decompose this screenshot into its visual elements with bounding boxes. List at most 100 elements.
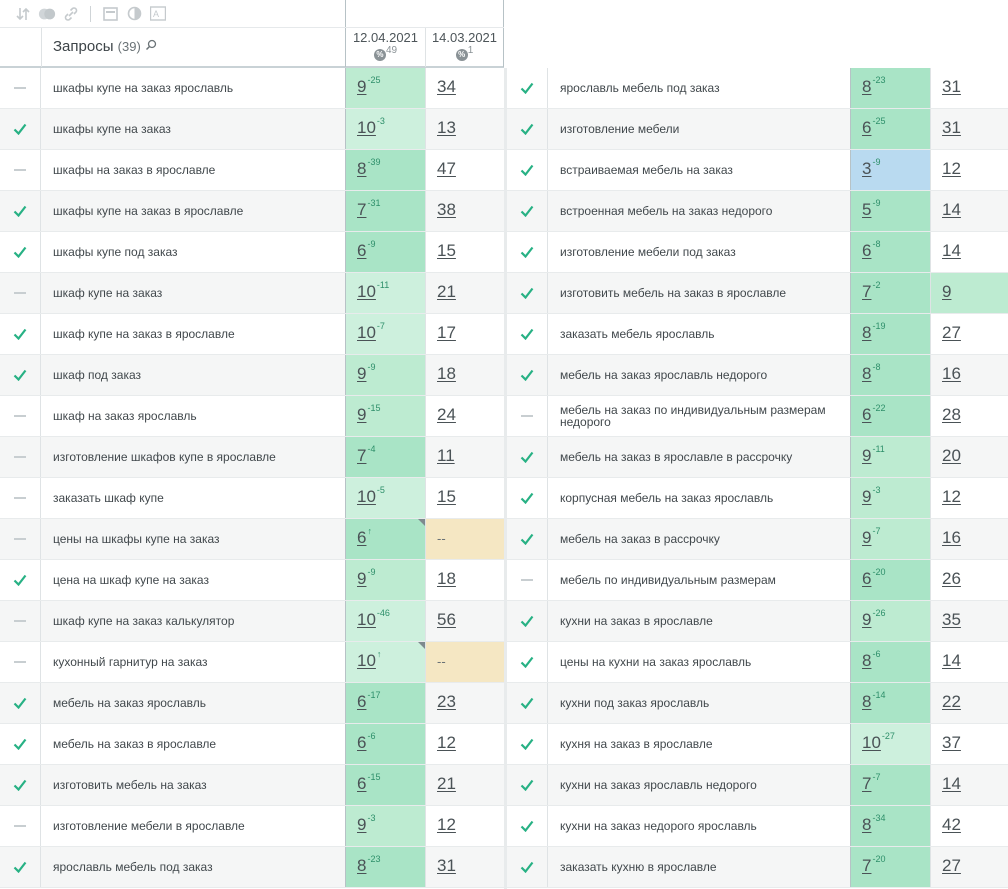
table-row[interactable]: заказать мебель ярославль 8-19 27 [507, 314, 1008, 355]
minus-icon[interactable] [0, 396, 41, 436]
table-row[interactable]: кухни на заказ недорого ярославль 8-34 42 [507, 806, 1008, 847]
position-value[interactable]: 37 [942, 733, 961, 753]
position-value[interactable]: 9-9 [357, 567, 375, 589]
check-icon[interactable] [507, 642, 548, 682]
position-cell-previous[interactable]: 37 [930, 724, 1008, 764]
minus-icon[interactable] [0, 437, 41, 477]
table-row[interactable]: ярославль мебель под заказ 8-23 31 [0, 847, 504, 888]
position-cell-previous[interactable]: 56 [425, 601, 504, 641]
position-value[interactable]: 8-39 [357, 157, 380, 179]
position-cell-previous[interactable]: 14 [930, 232, 1008, 272]
minus-icon[interactable] [0, 519, 41, 559]
position-cell-current[interactable]: 10-3 [345, 109, 425, 149]
position-value[interactable]: 31 [942, 77, 961, 97]
position-cell-current[interactable]: 7-2 [850, 273, 930, 313]
table-row[interactable]: встроенная мебель на заказ недорого 5-9 14 [507, 191, 1008, 232]
table-row[interactable]: мебель на заказ в ярославле 6-6 12 [0, 724, 504, 765]
table-row[interactable]: шкафы на заказ в ярославле 8-39 47 [0, 150, 504, 191]
position-value[interactable]: 9-9 [357, 362, 375, 384]
position-cell-previous[interactable]: 27 [930, 847, 1008, 887]
position-value[interactable]: 9-15 [357, 403, 380, 425]
position-cell-previous[interactable]: 34 [425, 68, 504, 108]
position-value[interactable]: 34 [437, 77, 456, 97]
table-row[interactable]: изготовление мебели 6-25 31 [507, 109, 1008, 150]
position-cell-current[interactable]: 6-25 [850, 109, 930, 149]
position-cell-current[interactable]: 9-11 [850, 437, 930, 477]
position-value[interactable]: 14 [942, 200, 961, 220]
position-cell-previous[interactable]: 31 [930, 109, 1008, 149]
position-cell-current[interactable]: 6-9 [345, 232, 425, 272]
table-row[interactable]: кухни на заказ в ярославле 9-26 35 [507, 601, 1008, 642]
position-value[interactable]: 10-3 [357, 116, 385, 138]
position-cell-current[interactable]: 6-8 [850, 232, 930, 272]
table-row[interactable]: цена на шкаф купе на заказ 9-9 18 [0, 560, 504, 601]
check-icon[interactable] [0, 765, 41, 805]
position-value[interactable]: 3-9 [862, 157, 880, 179]
link-icon[interactable] [62, 5, 80, 23]
position-value[interactable]: 31 [942, 118, 961, 138]
position-cell-previous[interactable]: 15 [425, 232, 504, 272]
check-icon[interactable] [0, 560, 41, 600]
position-value[interactable]: 6-25 [862, 116, 885, 138]
position-cell-previous[interactable]: 38 [425, 191, 504, 231]
calendar-icon[interactable] [101, 5, 119, 23]
table-row[interactable]: цены на кухни на заказ ярославль 8-6 14 [507, 642, 1008, 683]
check-icon[interactable] [507, 68, 548, 108]
position-cell-current[interactable]: 10-5 [345, 478, 425, 518]
table-row[interactable]: мебель на заказ ярославль 6-17 23 [0, 683, 504, 724]
position-cell-current[interactable]: 8-34 [850, 806, 930, 846]
toggle-icon[interactable] [38, 5, 56, 23]
position-value[interactable]: 23 [437, 692, 456, 712]
position-value[interactable]: 12 [437, 815, 456, 835]
minus-icon[interactable] [0, 601, 41, 641]
position-cell-previous[interactable]: 12 [425, 806, 504, 846]
position-value[interactable]: 10-46 [357, 608, 390, 630]
position-value[interactable]: 10-5 [357, 485, 385, 507]
position-cell-current[interactable]: 7-4 [345, 437, 425, 477]
position-cell-previous[interactable]: 12 [930, 150, 1008, 190]
table-row[interactable]: мебель на заказ по индивидуальным размер… [507, 396, 1008, 437]
table-row[interactable]: заказать шкаф купе 10-5 15 [0, 478, 504, 519]
position-cell-previous[interactable]: 13 [425, 109, 504, 149]
position-cell-current[interactable]: 8-23 [850, 68, 930, 108]
position-cell-current[interactable]: 8-19 [850, 314, 930, 354]
position-value[interactable]: 9-3 [357, 813, 375, 835]
position-cell-current[interactable]: 9-15 [345, 396, 425, 436]
position-cell-previous[interactable]: 15 [425, 478, 504, 518]
table-row[interactable]: заказать кухню в ярославле 7-20 27 [507, 847, 1008, 888]
position-cell-previous[interactable]: 31 [425, 847, 504, 887]
check-icon[interactable] [507, 109, 548, 149]
position-cell-previous[interactable]: 26 [930, 560, 1008, 600]
check-icon[interactable] [507, 478, 548, 518]
position-cell-previous[interactable]: -- [425, 642, 504, 682]
position-value[interactable]: 6-15 [357, 772, 380, 794]
position-value[interactable]: 10-27 [862, 731, 895, 753]
position-value[interactable]: 10-11 [357, 280, 389, 302]
position-value[interactable]: 15 [437, 487, 456, 507]
position-cell-current[interactable]: 7-7 [850, 765, 930, 805]
check-icon[interactable] [507, 314, 548, 354]
position-value[interactable]: 6-17 [357, 690, 380, 712]
position-cell-current[interactable]: 9-7 [850, 519, 930, 559]
table-row[interactable]: кухни под заказ ярославль 8-14 22 [507, 683, 1008, 724]
position-cell-current[interactable]: 6-15 [345, 765, 425, 805]
check-icon[interactable] [507, 191, 548, 231]
position-value[interactable]: 38 [437, 200, 456, 220]
position-value[interactable]: 20 [942, 446, 961, 466]
position-value[interactable]: 35 [942, 610, 961, 630]
table-row[interactable]: ярославль мебель под заказ 8-23 31 [507, 68, 1008, 109]
check-icon[interactable] [0, 232, 41, 272]
position-cell-current[interactable]: 6-6 [345, 724, 425, 764]
minus-icon[interactable] [507, 560, 548, 600]
position-value[interactable]: 8-23 [862, 75, 885, 97]
position-cell-previous[interactable]: 22 [930, 683, 1008, 723]
minus-icon[interactable] [0, 273, 41, 313]
position-cell-current[interactable]: 9-26 [850, 601, 930, 641]
position-value[interactable]: 12 [942, 159, 961, 179]
position-value[interactable]: 14 [942, 774, 961, 794]
check-icon[interactable] [0, 847, 41, 887]
position-value[interactable]: 28 [942, 405, 961, 425]
percent-icon[interactable]: % [373, 48, 386, 61]
table-row[interactable]: встраиваемая мебель на заказ 3-9 12 [507, 150, 1008, 191]
check-icon[interactable] [507, 765, 548, 805]
